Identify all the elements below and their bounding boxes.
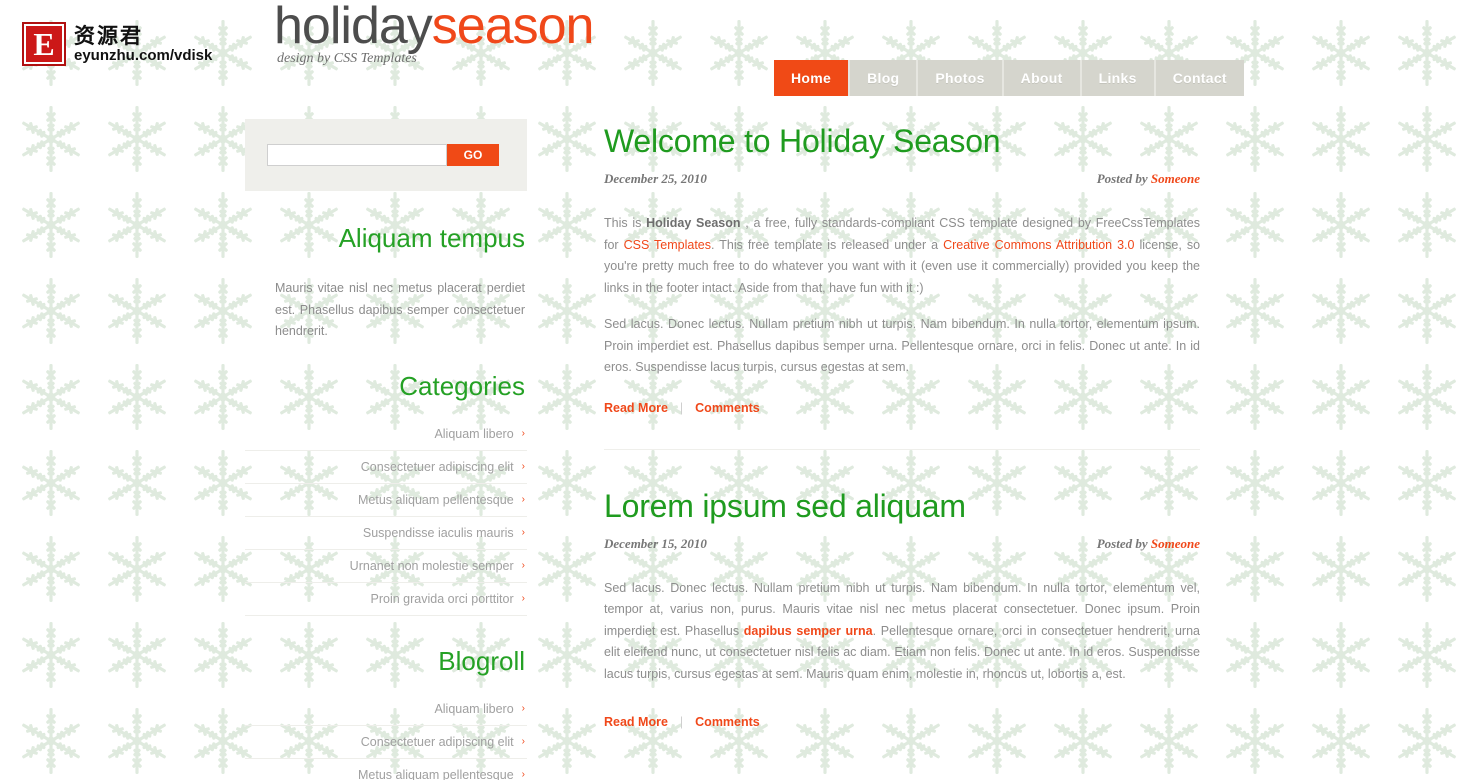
list-item-label: Metus aliquam pellentesque xyxy=(358,767,514,780)
nav-item-about[interactable]: About xyxy=(1003,60,1082,96)
list-item[interactable]: Consectetuer adipiscing elit › xyxy=(245,726,527,759)
post-meta: December 25, 2010 Posted by Someone xyxy=(604,171,1200,187)
list-item-label: Consectetuer adipiscing elit xyxy=(360,459,514,474)
sidebar-categories-heading: Categories xyxy=(399,370,525,401)
post-author[interactable]: Someone xyxy=(1151,536,1200,551)
post-paragraph-2: Sed lacus. Donec lectus. Nullam pretium … xyxy=(604,317,1200,374)
chevron-right-icon: › xyxy=(521,460,525,472)
nav-item-photos[interactable]: Photos xyxy=(918,60,1004,96)
site-title-part1: holiday xyxy=(274,0,433,55)
link-separator: | xyxy=(679,400,684,415)
sidebar-about-text: Mauris vitae nisl nec metus placerat per… xyxy=(275,281,525,338)
nav-item-blog[interactable]: Blog xyxy=(850,60,919,96)
categories-list: Aliquam libero › Consectetuer adipiscing … xyxy=(245,418,527,616)
post-1: Welcome to Holiday Season December 25, 2… xyxy=(604,119,1200,450)
logo-text: 资源君 eyunzhu.com/vdisk xyxy=(74,25,212,64)
nav-item-contact[interactable]: Contact xyxy=(1155,60,1244,96)
main-content: Welcome to Holiday Season December 25, 2… xyxy=(604,119,1200,735)
site-title[interactable]: holidayseason xyxy=(274,0,595,56)
list-item[interactable]: Urnanet non molestie semper › xyxy=(245,550,527,583)
sidebar: GO Aliquam tempus Mauris vitae nisl nec … xyxy=(245,119,527,780)
page-root: E 资源君 eyunzhu.com/vdisk holidayseason de… xyxy=(0,0,1470,780)
post-title: Welcome to Holiday Season xyxy=(604,123,1001,159)
list-item[interactable]: Proin gravida orci porttitor › xyxy=(245,583,527,616)
list-item[interactable]: Aliquam libero › xyxy=(245,693,527,726)
link-separator: | xyxy=(679,715,684,729)
post-title: Lorem ipsum sed aliquam xyxy=(604,487,966,524)
search-box: GO xyxy=(245,119,527,191)
post-footer-links: Read More | Comments xyxy=(604,715,1200,729)
post-date: December 25, 2010 xyxy=(604,171,707,186)
chevron-right-icon: › xyxy=(521,768,525,780)
sidebar-blogroll-heading: Blogroll xyxy=(438,645,525,676)
post-date: December 15, 2010 xyxy=(604,535,707,551)
chevron-right-icon: › xyxy=(521,702,525,714)
sidebar-about-block: Aliquam tempus Mauris vitae nisl nec met… xyxy=(245,223,527,343)
list-item[interactable]: Metus aliquam pellentesque › xyxy=(245,759,527,780)
list-item[interactable]: Aliquam libero › xyxy=(245,418,527,451)
blogroll-list: Aliquam libero › Consectetuer adipiscing … xyxy=(245,693,527,780)
site-header: E 资源君 eyunzhu.com/vdisk holidayseason de… xyxy=(0,0,1470,105)
read-more-link[interactable]: Read More xyxy=(604,715,668,729)
main-navigation: Home Blog Photos About Links Contact xyxy=(774,60,1244,96)
logo-e-icon: E xyxy=(22,22,66,66)
chevron-right-icon: › xyxy=(521,559,525,571)
site-title-part2: season xyxy=(431,0,595,55)
search-input[interactable] xyxy=(267,144,447,166)
list-item-label: Suspendisse iaculis mauris xyxy=(362,525,514,540)
chevron-right-icon: › xyxy=(521,735,525,747)
nav-item-home[interactable]: Home xyxy=(774,60,851,96)
chevron-right-icon: › xyxy=(521,592,525,604)
logo-cn-name: 资源君 xyxy=(74,23,143,48)
post-author-line: Posted by Someone xyxy=(1097,171,1200,187)
post-body: This is Holiday Season , a free, fully s… xyxy=(604,213,1200,379)
list-item-label: Consectetuer adipiscing elit xyxy=(360,734,514,749)
chevron-right-icon: › xyxy=(521,427,525,439)
post-author[interactable]: Someone xyxy=(1151,171,1200,186)
posted-by-label: Posted by xyxy=(1096,535,1148,551)
search-go-button[interactable]: GO xyxy=(447,144,499,166)
post-footer-links: Read More | Comments xyxy=(604,401,1200,415)
sidebar-categories-block: Categories Aliquam libero › Consectetuer … xyxy=(245,371,527,616)
list-item[interactable]: Consectetuer adipiscing elit › xyxy=(245,451,527,484)
list-item-label: Aliquam libero xyxy=(434,426,514,441)
comments-link[interactable]: Comments xyxy=(695,401,760,415)
link-creative-commons[interactable]: Creative Commons Attribution 3.0 xyxy=(943,238,1134,252)
para-text: This is xyxy=(604,216,647,230)
chevron-right-icon: › xyxy=(521,493,525,505)
sidebar-blogroll-block: Blogroll Aliquam libero › Consectetuer ad… xyxy=(245,646,527,780)
posted-by-label: Posted by xyxy=(1096,171,1148,186)
list-item[interactable]: Suspendisse iaculis mauris › xyxy=(245,517,527,550)
comments-link[interactable]: Comments xyxy=(695,715,760,729)
list-item-label: Proin gravida orci porttitor xyxy=(370,591,514,606)
para-text: . This free template is released under a xyxy=(711,237,944,252)
post-2: Lorem ipsum sed aliquam December 15, 201… xyxy=(604,484,1200,730)
post-paragraph-1: Sed lacus. Donec lectus. Nullam pretium … xyxy=(604,578,1200,686)
logo-url: eyunzhu.com/vdisk xyxy=(74,46,213,64)
para-bold: Holiday Season xyxy=(646,216,741,230)
chevron-right-icon: › xyxy=(521,526,525,538)
site-logo[interactable]: E 资源君 eyunzhu.com/vdisk xyxy=(22,22,212,66)
list-item-label: Urnanet non molestie semper xyxy=(349,558,514,573)
list-item-label: Metus aliquam pellentesque xyxy=(358,492,514,507)
read-more-link[interactable]: Read More xyxy=(604,401,668,415)
post-paragraph-1: This is Holiday Season , a free, fully s… xyxy=(604,213,1200,299)
list-item[interactable]: Metus aliquam pellentesque › xyxy=(245,484,527,517)
post-divider xyxy=(604,448,1200,450)
sidebar-about-heading: Aliquam tempus xyxy=(338,223,525,253)
post-meta: December 15, 2010 Posted by Someone xyxy=(604,536,1200,552)
site-subtitle: design by CSS Templates xyxy=(277,51,417,66)
list-item-label: Aliquam libero xyxy=(434,701,514,716)
link-css-templates[interactable]: CSS Templates xyxy=(624,238,711,252)
nav-item-links[interactable]: Links xyxy=(1081,60,1156,96)
post-body: Sed lacus. Donec lectus. Nullam pretium … xyxy=(604,578,1200,686)
link-dapibus-semper-urna[interactable]: dapibus semper urna xyxy=(744,624,873,638)
post-author-line: Posted by Someone xyxy=(1097,536,1200,552)
